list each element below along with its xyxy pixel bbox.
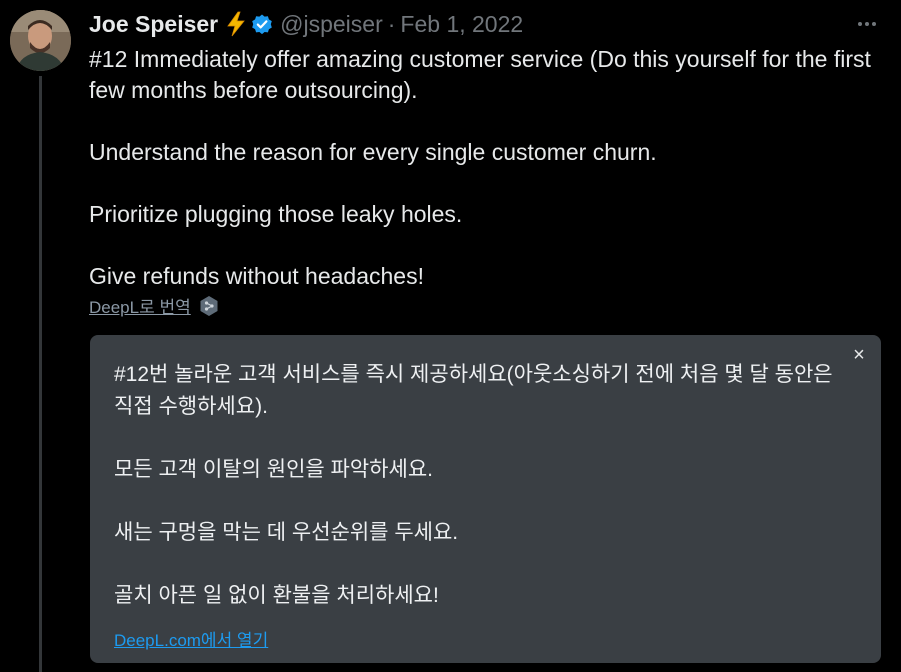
separator-dot: · — [387, 10, 396, 37]
avatar[interactable] — [10, 10, 71, 71]
thread-line — [39, 76, 42, 672]
tweet-view: Joe Speiser @jspeiser · Feb 1, 2022 #12 … — [0, 0, 901, 672]
tweet-paragraph: Understand the reason for every single c… — [89, 139, 657, 165]
tweet-date[interactable]: Feb 1, 2022 — [400, 11, 523, 38]
translation-text: #12번 놀라운 고객 서비스를 즉시 제공하세요(아웃소싱하기 전에 처음 몇… — [114, 359, 854, 612]
tweet-paragraph: Prioritize plugging those leaky holes. — [89, 201, 463, 227]
lightning-bolt-icon — [226, 11, 246, 37]
verified-badge-icon[interactable] — [250, 12, 274, 36]
translation-panel: × #12번 놀라운 고객 서비스를 즉시 제공하세요(아웃소싱하기 전에 처음… — [90, 335, 881, 663]
translation-paragraph: 모든 고객 이탈의 원인을 파악하세요. — [114, 458, 433, 481]
deepl-logo-icon — [199, 295, 219, 317]
tweet-paragraph: #12 Immediately offer amazing customer s… — [89, 46, 871, 103]
open-in-deepl-link[interactable]: DeepL.com에서 열기 — [114, 626, 268, 651]
translation-paragraph: 새는 구멍을 막는 데 우선순위를 두세요. — [114, 521, 459, 544]
user-handle[interactable]: @jspeiser — [280, 11, 383, 38]
translate-with-deepl-link[interactable]: DeepL로 번역 — [89, 293, 219, 318]
tweet-header: Joe Speiser @jspeiser · Feb 1, 2022 — [89, 8, 523, 40]
more-options-icon[interactable] — [852, 14, 882, 34]
translate-link-label[interactable]: DeepL로 번역 — [89, 293, 191, 318]
tweet-paragraph: Give refunds without headaches! — [89, 263, 424, 289]
translation-paragraph: 골치 아픈 일 없이 환불을 처리하세요! — [114, 584, 439, 607]
tweet-text: #12 Immediately offer amazing customer s… — [89, 44, 879, 292]
display-name[interactable]: Joe Speiser — [89, 11, 218, 38]
translation-paragraph: #12번 놀라운 고객 서비스를 즉시 제공하세요(아웃소싱하기 전에 처음 몇… — [114, 363, 833, 418]
